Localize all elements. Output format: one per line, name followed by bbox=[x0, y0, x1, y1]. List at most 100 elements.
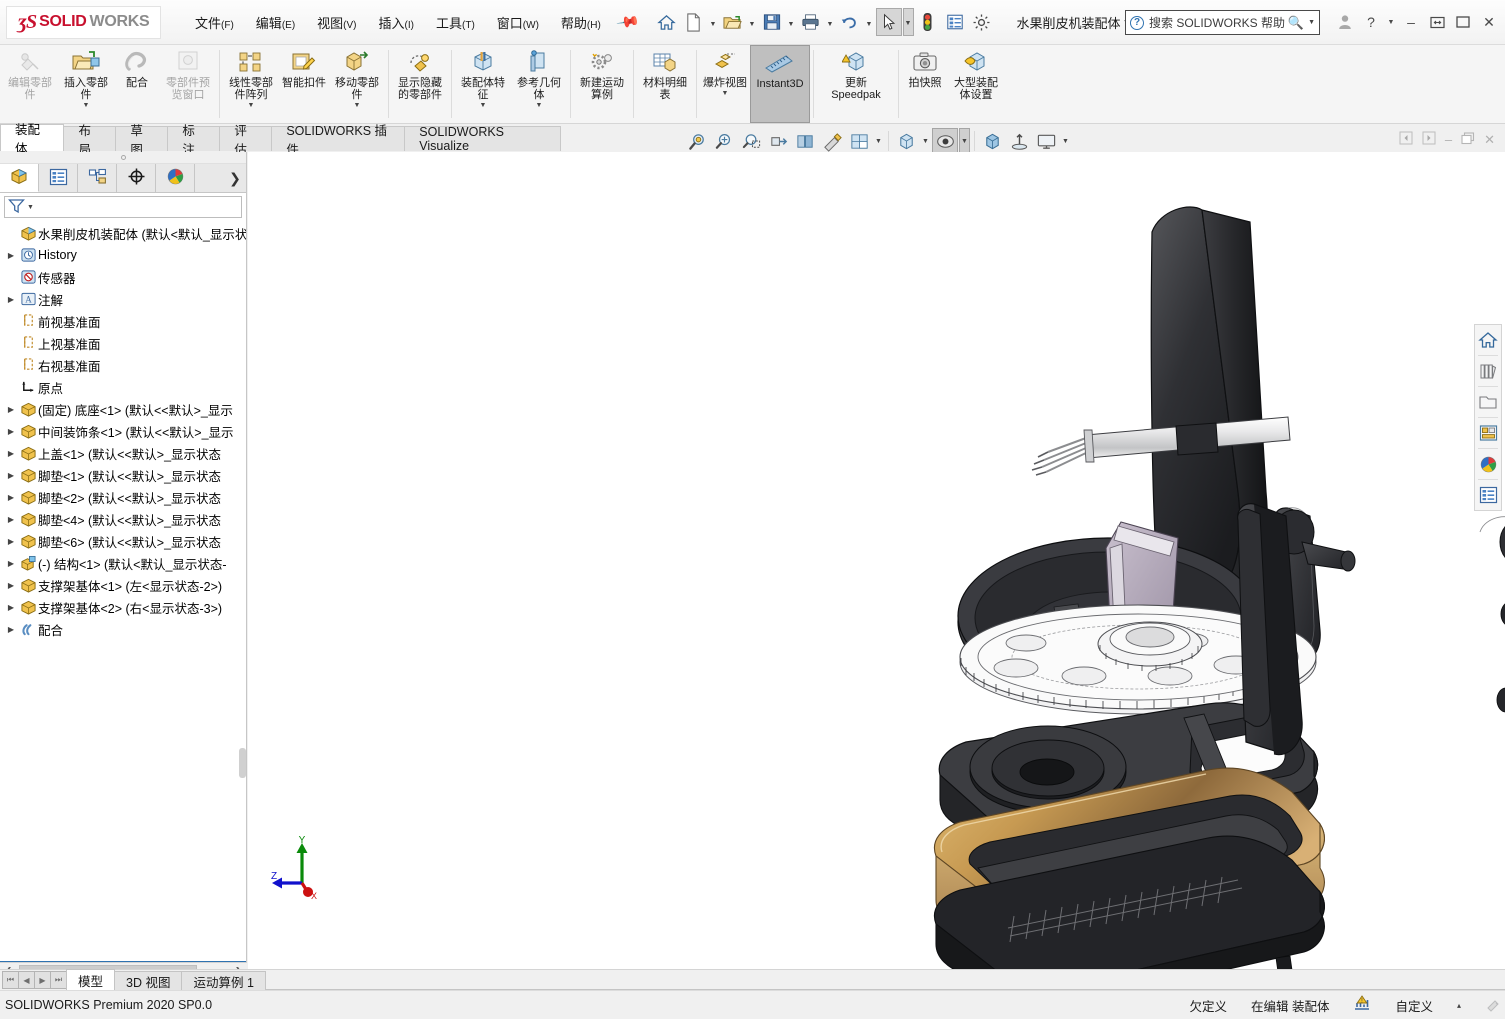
tree-expand-arrow[interactable]: ▶ bbox=[4, 471, 18, 480]
traffic-light-icon[interactable] bbox=[915, 8, 941, 36]
close-button[interactable]: ✕ bbox=[1477, 8, 1501, 36]
tree-expand-arrow[interactable]: ▶ bbox=[4, 405, 18, 414]
tab-assembly[interactable]: 装配体 bbox=[0, 123, 65, 156]
status-resize-grip-icon[interactable] bbox=[1485, 999, 1499, 1012]
tree-expand-arrow[interactable]: ▶ bbox=[4, 251, 18, 260]
rebuild-warning-icon[interactable]: ! bbox=[1353, 995, 1371, 1015]
zoom-to-area-icon[interactable] bbox=[711, 128, 737, 154]
print-caret-icon[interactable]: ▼ bbox=[825, 8, 836, 36]
ribbon-exploded-view[interactable]: 爆炸视图 ▼ bbox=[700, 45, 750, 123]
design-library-folder-icon[interactable] bbox=[1475, 389, 1501, 415]
custom-properties-icon[interactable] bbox=[1475, 482, 1501, 508]
graphics-viewport[interactable]: Y Z X bbox=[248, 152, 1505, 979]
ribbon-mate[interactable]: 配合 bbox=[114, 45, 160, 123]
file-explorer-icon[interactable] bbox=[1475, 420, 1501, 446]
tree-item-subassembly-structure[interactable]: ▶ (-) 结构<1> (默认<默认_显示状态- bbox=[0, 552, 246, 574]
tree-item-sensors[interactable]: ▶ 传感器 bbox=[0, 266, 246, 288]
ribbon-update-speedpak[interactable]: 更新 Speedpak bbox=[817, 45, 895, 123]
search-icon[interactable]: 🔍 bbox=[1288, 15, 1304, 31]
ribbon-caret-icon[interactable]: ▼ bbox=[480, 102, 487, 110]
ribbon-linear-pattern[interactable]: 线性零部件阵列 ▼ bbox=[223, 45, 279, 123]
tree-expand-arrow[interactable]: ▶ bbox=[4, 427, 18, 436]
open-folder-caret-icon[interactable]: ▼ bbox=[747, 8, 758, 36]
dimxpert-manager-tab[interactable] bbox=[117, 164, 156, 192]
tree-item-top-plane[interactable]: ▶ 上视基准面 bbox=[0, 332, 246, 354]
doc-restore-button[interactable] bbox=[1461, 131, 1475, 148]
previous-view-icon[interactable] bbox=[738, 128, 764, 154]
save-icon[interactable] bbox=[759, 8, 785, 36]
doc-close-button[interactable]: ✕ bbox=[1484, 132, 1495, 148]
tree-item-component-trim[interactable]: ▶ 中间装饰条<1> (默认<<默认>_显示 bbox=[0, 420, 246, 442]
tab-evaluate[interactable]: 评估 bbox=[219, 124, 273, 157]
maximize-button[interactable] bbox=[1451, 8, 1475, 36]
ribbon-component-preview[interactable]: 零部件预览窗口 bbox=[160, 45, 216, 123]
tree-item-component-foot-4[interactable]: ▶ 脚垫<4> (默认<<默认>_显示状态 bbox=[0, 508, 246, 530]
bottom-tab-3d-views[interactable]: 3D 视图 bbox=[114, 971, 183, 990]
print-icon[interactable] bbox=[798, 8, 824, 36]
display-pane-caret-icon[interactable]: ▼ bbox=[1060, 128, 1071, 154]
minimize-button[interactable]: – bbox=[1399, 8, 1423, 36]
last-tab-button[interactable]: ⏭ bbox=[50, 971, 67, 989]
tree-item-component-bracket-left[interactable]: ▶ 支撑架基体<1> (左<显示状态-2>) bbox=[0, 574, 246, 596]
first-tab-button[interactable]: ⏮ bbox=[2, 971, 19, 989]
apply-scene-icon[interactable] bbox=[819, 128, 845, 154]
hide-show-items-icon[interactable] bbox=[893, 128, 919, 154]
tree-expand-arrow[interactable]: ▶ bbox=[4, 537, 18, 546]
panel-grip-handle[interactable] bbox=[0, 152, 246, 164]
tree-item-component-base[interactable]: ▶ (固定) 底座<1> (默认<<默认>_显示 bbox=[0, 398, 246, 420]
ribbon-instant3d[interactable]: Instant3D bbox=[750, 45, 810, 123]
display-style-caret-icon[interactable]: ▼ bbox=[873, 128, 884, 154]
tab-sketch[interactable]: 草图 bbox=[115, 124, 169, 157]
apply-scene-cube-icon[interactable] bbox=[979, 128, 1005, 154]
user-account-icon[interactable] bbox=[1333, 8, 1357, 36]
appearances-palette-icon[interactable] bbox=[1475, 451, 1501, 477]
ribbon-bill-of-materials[interactable]: 材料明细表 bbox=[637, 45, 693, 123]
ribbon-smart-fastener[interactable]: 智能扣件 bbox=[279, 45, 329, 123]
prev-tab-button[interactable]: ◀ bbox=[18, 971, 35, 989]
tab-layout[interactable]: 布局 bbox=[63, 124, 117, 157]
ribbon-reference-geometry[interactable]: 参考几何体 ▼ bbox=[511, 45, 567, 123]
zoom-to-fit-icon[interactable] bbox=[684, 128, 710, 154]
tree-item-origin[interactable]: ▶ 原点 bbox=[0, 376, 246, 398]
assembly-model-3d-view[interactable] bbox=[248, 152, 1505, 979]
filter-caret-icon[interactable]: ▼ bbox=[27, 204, 34, 211]
tab-solidworks-visualize[interactable]: SOLIDWORKS Visualize bbox=[404, 125, 561, 153]
section-view-icon[interactable] bbox=[765, 128, 791, 154]
feature-manager-tab[interactable] bbox=[0, 164, 39, 192]
pin-icon[interactable]: 📌 bbox=[615, 9, 641, 35]
edit-appearance-icon[interactable] bbox=[932, 128, 958, 154]
menu-item-insert[interactable]: 插入(I) bbox=[369, 8, 424, 37]
feature-tree-vertical-scrollbar[interactable] bbox=[239, 748, 246, 778]
help-icon[interactable]: ? bbox=[1359, 8, 1383, 36]
restore-button[interactable] bbox=[1425, 8, 1449, 36]
ribbon-caret-icon[interactable]: ▼ bbox=[248, 102, 255, 110]
ribbon-large-assembly-settings[interactable]: 大型装配体设置 bbox=[948, 45, 1004, 123]
prev-document-button[interactable] bbox=[1399, 131, 1413, 148]
select-caret-icon[interactable]: ▼ bbox=[902, 8, 914, 36]
tree-item-mates-folder[interactable]: ▶ 配合 bbox=[0, 618, 246, 640]
tree-item-front-plane[interactable]: ▶ 前视基准面 bbox=[0, 310, 246, 332]
menu-item-file[interactable]: 文件(F) bbox=[185, 8, 244, 37]
doc-minimize-button[interactable]: – bbox=[1445, 132, 1452, 147]
undo-caret-icon[interactable]: ▼ bbox=[864, 8, 875, 36]
open-folder-icon[interactable] bbox=[720, 8, 746, 36]
tree-item-component-foot-1[interactable]: ▶ 脚垫<1> (默认<<默认>_显示状态 bbox=[0, 464, 246, 486]
status-units-caret-icon[interactable]: ▴ bbox=[1457, 1001, 1461, 1010]
configuration-manager-tab[interactable] bbox=[78, 164, 117, 192]
feature-tree-filter-input[interactable]: ▼ bbox=[4, 196, 242, 218]
tree-item-component-topcover[interactable]: ▶ 上盖<1> (默认<<默认>_显示状态 bbox=[0, 442, 246, 464]
options-gear-icon[interactable] bbox=[969, 8, 995, 36]
ribbon-caret-icon[interactable]: ▼ bbox=[722, 90, 729, 98]
home-icon[interactable] bbox=[654, 8, 680, 36]
menu-item-view[interactable]: 视图(V) bbox=[307, 8, 366, 37]
select-cursor-icon[interactable] bbox=[875, 8, 902, 36]
ribbon-take-snapshot[interactable]: 拍快照 bbox=[902, 45, 948, 123]
save-caret-icon[interactable]: ▼ bbox=[786, 8, 797, 36]
bottom-tab-model[interactable]: 模型 bbox=[66, 969, 116, 990]
bottom-tab-motion-study[interactable]: 运动算例 1 bbox=[181, 971, 266, 990]
ribbon-show-hidden-components[interactable]: 显示隐藏的零部件 bbox=[392, 45, 448, 123]
tree-expand-arrow[interactable]: ▶ bbox=[4, 603, 18, 612]
undo-icon[interactable] bbox=[837, 8, 863, 36]
ribbon-caret-icon[interactable]: ▼ bbox=[83, 102, 90, 110]
tree-item-history[interactable]: ▶ History bbox=[0, 244, 246, 266]
